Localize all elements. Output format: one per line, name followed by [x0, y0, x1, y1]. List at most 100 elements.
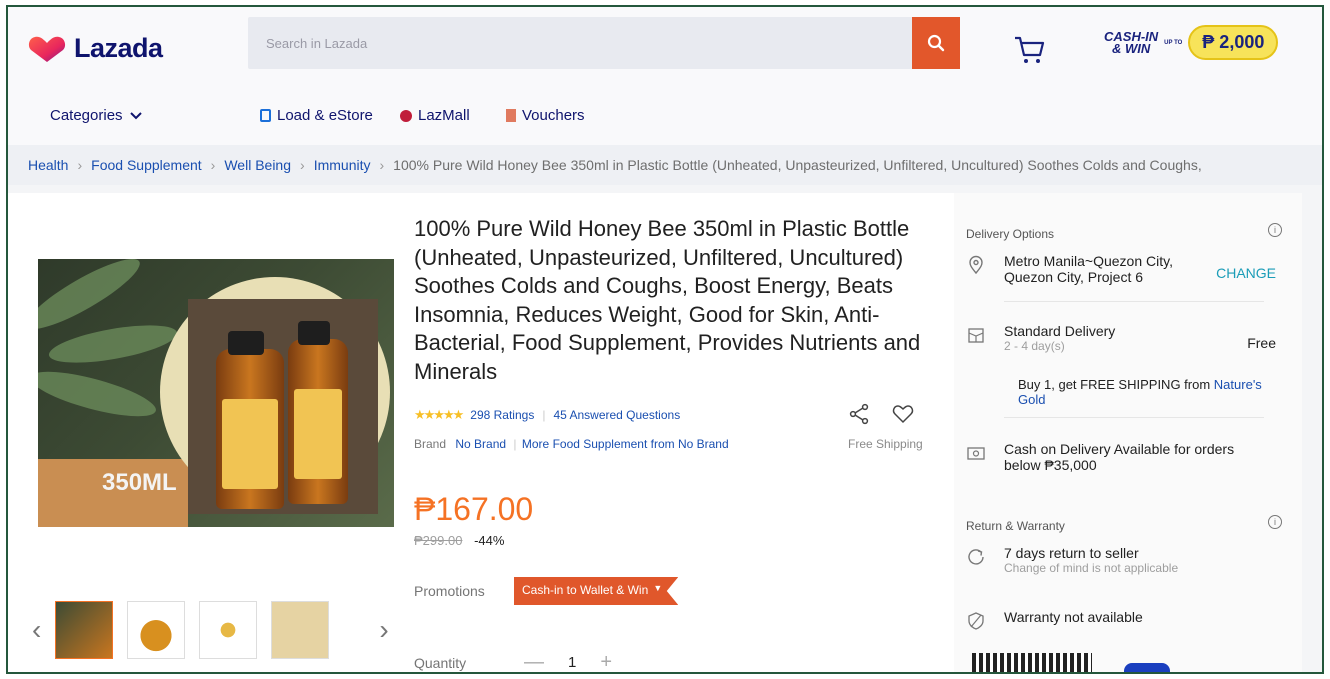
shipping-promo-text: Buy 1, get FREE SHIPPING from [1018, 377, 1211, 392]
chevron-down-icon [129, 111, 142, 119]
bottle-cap [228, 331, 264, 355]
nav-bar: Categories Load & eStore LazMall Voucher… [8, 103, 1322, 133]
cart-icon[interactable] [1012, 31, 1048, 67]
cod-text: Cash on Delivery Available for orders be… [1004, 441, 1235, 473]
quantity-increase-button[interactable]: + [600, 651, 612, 672]
divider [1004, 417, 1264, 418]
original-price-row: ₱299.00 -44% [414, 533, 504, 548]
lazada-app-icon[interactable] [1124, 663, 1170, 672]
lazada-logo[interactable]: Lazada [28, 33, 163, 64]
breadcrumb-separator: › [379, 157, 385, 173]
cashin-title: CASH-IN & WIN [1104, 30, 1158, 56]
browser-frame: Lazada CASH-IN & WIN UP TO ₱ 2,000 Categ… [6, 5, 1324, 674]
quantity-value[interactable]: 1 [568, 654, 576, 671]
share-icon[interactable] [848, 403, 870, 425]
location-text: Metro Manila~Quezon City, Quezon City, P… [1004, 253, 1173, 285]
search-icon [927, 34, 945, 52]
bottles-photo [188, 299, 378, 514]
ratings-link[interactable]: 298 Ratings [470, 408, 534, 422]
free-shipping-label: Free Shipping [848, 437, 923, 451]
breadcrumb-current: 100% Pure Wild Honey Bee 350ml in Plasti… [393, 157, 1202, 173]
nav-lazmall[interactable]: LazMall [400, 107, 470, 124]
cashin-win-banner[interactable]: CASH-IN & WIN UP TO ₱ 2,000 [1104, 25, 1279, 60]
return-title: 7 days return to seller [1004, 545, 1139, 561]
voucher-icon [506, 109, 516, 122]
thumbnail[interactable] [199, 601, 258, 659]
lazmall-icon [400, 109, 412, 122]
cashin-upto: UP TO [1164, 39, 1183, 46]
promotion-text: Cash-in to Wallet & Win [522, 583, 649, 597]
breadcrumb-separator: › [77, 157, 83, 173]
brand-row: Brand No Brand | More Food Supplement fr… [414, 437, 729, 451]
return-subtitle: Change of mind is not applicable [1004, 561, 1179, 575]
site-header: Lazada CASH-IN & WIN UP TO ₱ 2,000 Categ… [8, 7, 1322, 155]
search-input[interactable] [248, 17, 888, 69]
breadcrumb-item[interactable]: Immunity [314, 157, 371, 173]
breadcrumb: Health › Food Supplement › Well Being › … [8, 145, 1322, 185]
shipping-promo: Buy 1, get FREE SHIPPING from Nature's G… [1018, 377, 1278, 407]
breadcrumb-item[interactable]: Health [28, 157, 68, 173]
qr-code[interactable] [972, 653, 1092, 672]
categories-menu[interactable]: Categories [50, 107, 143, 124]
product-main-image[interactable]: 350ML [38, 259, 394, 527]
standard-delivery-text: Standard Delivery 2 - 4 day(s) [1004, 323, 1214, 353]
shield-icon [968, 612, 984, 630]
nav-load-estore-label: Load & eStore [277, 107, 373, 124]
thumbnail[interactable] [55, 601, 114, 659]
bottle-cap [298, 321, 330, 345]
cashin-line2: & WIN [1111, 40, 1151, 56]
product-title: 100% Pure Wild Honey Bee 350ml in Plasti… [414, 216, 921, 384]
delivery-sidebar: Delivery Options i Metro Manila~Quezon C… [954, 193, 1302, 672]
breadcrumb-item[interactable]: Food Supplement [91, 157, 202, 173]
more-from-brand-link[interactable]: More Food Supplement from No Brand [522, 437, 729, 451]
brand-divider: | [513, 437, 517, 451]
rating-row: ★★★★★ 298 Ratings | 45 Answered Question… [414, 407, 680, 423]
rating-stars: ★★★★★ [414, 407, 464, 422]
quantity-label: Quantity [414, 655, 467, 671]
discount-percent: -44% [474, 533, 505, 548]
breadcrumb-item[interactable]: Well Being [224, 157, 291, 173]
categories-label: Categories [50, 107, 123, 124]
bottle-label [294, 389, 342, 479]
package-icon [968, 328, 984, 343]
thumbnail[interactable] [271, 601, 330, 659]
phone-icon [260, 109, 271, 122]
nav-lazmall-label: LazMall [418, 107, 470, 124]
honey-bottle [288, 321, 348, 504]
quantity-decrease-button[interactable]: — [524, 651, 544, 672]
nav-vouchers-label: Vouchers [522, 107, 585, 124]
info-icon[interactable]: i [1268, 515, 1282, 529]
return-text: 7 days return to seller Change of mind i… [1004, 545, 1214, 575]
current-price: ₱167.00 [414, 491, 534, 527]
promotion-tag[interactable]: Cash-in to Wallet & Win ▼ [514, 577, 679, 605]
delivery-options-heading: Delivery Options [966, 227, 1055, 241]
quantity-stepper: — 1 + [524, 651, 612, 672]
standard-delivery-days: 2 - 4 day(s) [1004, 339, 1065, 353]
original-price: ₱299.00 [414, 533, 463, 548]
caret-down-icon: ▼ [653, 583, 663, 593]
breadcrumb-separator: › [210, 157, 216, 173]
answered-questions-link[interactable]: 45 Answered Questions [553, 408, 680, 422]
search-button[interactable] [912, 17, 960, 69]
brand-link[interactable]: No Brand [455, 437, 506, 451]
search-bar [248, 17, 960, 69]
chevron-right-icon[interactable]: › [379, 614, 388, 646]
volume-label: 350ML [102, 469, 177, 496]
cashin-amount: ₱ 2,000 [1188, 25, 1279, 60]
chevron-left-icon[interactable]: ‹ [32, 614, 41, 646]
warranty-text: Warranty not available [1004, 609, 1143, 625]
nav-load-estore[interactable]: Load & eStore [260, 107, 373, 124]
standard-delivery-price: Free [1247, 335, 1276, 351]
honey-bottle [216, 331, 284, 509]
leaf-decoration [38, 362, 160, 426]
brand-label: Brand [414, 437, 447, 451]
logo-text: Lazada [74, 33, 163, 63]
info-icon[interactable]: i [1268, 223, 1282, 237]
lazada-heart-icon [28, 36, 66, 62]
nav-vouchers[interactable]: Vouchers [506, 107, 585, 124]
standard-delivery-title: Standard Delivery [1004, 323, 1116, 339]
share-wishlist [848, 403, 914, 425]
change-location-button[interactable]: CHANGE [1216, 265, 1276, 281]
thumbnail[interactable] [127, 601, 186, 659]
heart-icon[interactable] [892, 403, 914, 425]
